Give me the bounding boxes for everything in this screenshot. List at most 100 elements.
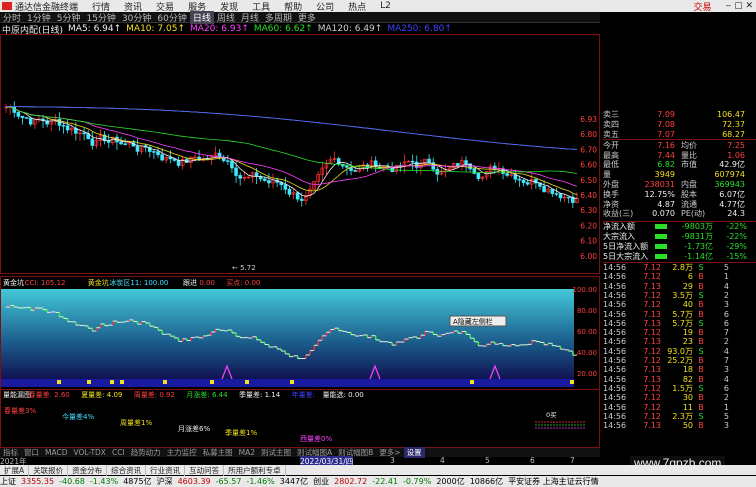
period-toolbar: 分时 1分钟 5分钟 15分钟 30分钟 60分钟 日线 周线 月线 多周期 更多 (0, 10, 600, 24)
tick-count: 5 (723, 411, 729, 421)
price-axis-label: 6.30 (580, 206, 597, 215)
tick-row: 14:56 7.12 1.5万 S 6 (603, 384, 756, 393)
vol-legend-item: 量能选: 0.00 (323, 390, 364, 399)
function-tab[interactable]: 关联报价 (29, 464, 69, 476)
function-tabs: 扩展A 关联报价 资金分布 综合资讯 行业资讯 互动问答 所用户额利专卓 (0, 464, 756, 476)
osc-legend-item: 跟进 (183, 279, 197, 287)
vol-legend-item: 量能漏图 (3, 390, 31, 399)
tick-time: 14:56 (603, 365, 627, 375)
osc-buy-marker (110, 380, 114, 384)
flow-pct: -22% (726, 231, 747, 241)
price-axis-label: 6.20 (580, 221, 597, 230)
function-tab[interactable]: 扩展A (0, 464, 30, 476)
flow-pct: -22% (726, 222, 747, 232)
oscillator-chart[interactable]: 黄金坑 CCI: 105.12 黄金坑 冰炭区11: 100.00 跟进 0.00 买点: … (0, 276, 600, 390)
status-item: -1.46% (246, 477, 275, 486)
ma-legend-item: MA10: 7.05↑ (126, 24, 186, 34)
tick-count: 7 (723, 356, 729, 366)
menu-item-l2[interactable]: L2 (380, 1, 391, 11)
status-item: 4603.39 (177, 477, 211, 486)
tick-price: 7.12 (643, 346, 661, 356)
tick-count: 2 (723, 290, 729, 300)
low-marker: ← 5.72 (232, 264, 256, 272)
candle-body (558, 193, 563, 199)
osc-buy-marker (87, 380, 91, 384)
candle-body (156, 151, 160, 156)
candle-body (16, 112, 21, 117)
tick-price: 7.12 (643, 272, 661, 282)
quote-label-2: 市值 (681, 160, 697, 170)
date-label: 3 (390, 456, 395, 465)
period-tab[interactable]: 日线 (189, 10, 214, 24)
candle-body (550, 188, 555, 194)
candle-body (566, 196, 571, 199)
trade-button[interactable]: 交易 (693, 0, 711, 13)
flow-bar (655, 233, 667, 239)
flow-row: 5日大宗流入 -1.14亿 -15% (603, 251, 756, 261)
osc-buy-marker (290, 380, 294, 384)
tick-time: 14:56 (603, 356, 627, 366)
candle-body (427, 158, 431, 163)
candle-body (24, 117, 29, 119)
tick-row: 14:56 7.12 25.2万 B 7 (603, 356, 756, 365)
status-item: -22.41 (372, 477, 399, 486)
period-tab[interactable]: 周线 (214, 11, 238, 24)
ma-legend-item: MA250: 6.80↑ (387, 24, 452, 34)
quote-value: 6.82 (657, 160, 675, 170)
menu-item-hot[interactable]: 热点 (348, 0, 366, 13)
quote-panel: 卖三 7.09 106.47 卖四 7.08 72.37 卖五 7.07 68.27 今开 7.1… (603, 110, 756, 487)
tick-price: 7.13 (643, 281, 661, 291)
vol-legend-item: 周量差: 0.92 (134, 390, 175, 399)
osc-axis-label: 60.00 (577, 328, 597, 336)
volume-label-pane[interactable]: 量能漏图春量差: 2.60 夏量差: 4.09 周量差: 0.92 月涨差: 6.44… (0, 389, 600, 448)
price-axis-label: 6.00 (580, 252, 597, 261)
function-tab[interactable]: 互动问答 (185, 464, 225, 476)
ma-legend-item: MA20: 6.93↑ (190, 24, 249, 34)
vol-legend-item: 春量差: 2.60 (29, 390, 70, 399)
ask-row: 卖五 7.07 68.27 (603, 130, 756, 140)
function-tab[interactable]: 综合资讯 (107, 464, 147, 476)
flow-pct: -15% (726, 251, 747, 261)
function-tab[interactable]: 行业资讯 (146, 464, 186, 476)
window-controls-icon[interactable]: ‒ ▢ ✕ (726, 1, 754, 11)
period-tab[interactable]: 60分钟 (154, 11, 189, 24)
price-axis-label: 6.80 (580, 130, 597, 139)
tick-row: 14:56 7.13 5.7万 S 6 (603, 319, 756, 328)
flow-label: 5日大宗流入 (603, 251, 649, 261)
price-axis-label: 6.60 (580, 161, 597, 170)
tick-count: 1 (723, 272, 729, 282)
osc-band (1, 379, 574, 387)
status-item: 沪深 (156, 477, 173, 486)
period-tab[interactable]: 多周期 (262, 11, 295, 24)
ask-volume: 68.27 (722, 129, 745, 139)
candle-body (283, 184, 288, 190)
candle-body (230, 160, 234, 169)
vol-label: 今量差4% (62, 412, 94, 421)
tick-count: 3 (723, 421, 729, 431)
tick-price: 7.12 (643, 383, 661, 393)
tick-price: 7.13 (643, 337, 661, 347)
tick-side: B (698, 281, 704, 291)
candle-body (238, 175, 242, 179)
function-tab[interactable]: 所用户额利专卓 (224, 464, 286, 476)
tick-list[interactable]: 14:56 7.12 2.8万 S 5 14:56 7.12 6 B 1 14:56 7.13 29 B 4… (603, 261, 756, 431)
tick-side: S (698, 290, 704, 300)
date-label: 4 (440, 456, 445, 465)
price-axis-label: 6.50 (580, 176, 597, 185)
tick-row: 14:56 7.12 2.8万 S 5 (603, 263, 756, 272)
period-tab[interactable]: 15分钟 (83, 11, 118, 24)
period-tab[interactable]: 月线 (238, 11, 262, 24)
period-tab[interactable]: 更多 (295, 11, 319, 24)
osc-buy-marker (57, 380, 61, 384)
tick-side: B (698, 365, 704, 375)
candlestick-chart[interactable]: 6.93 6.80 6.70 6.60 6.50 6.40 6.30 6.20 6.10 6.00… (0, 34, 600, 274)
candle-body (554, 193, 559, 195)
tick-time: 14:56 (603, 281, 627, 291)
function-tab[interactable]: 资金分布 (68, 464, 108, 476)
candle-body (542, 186, 546, 193)
candle-body (176, 160, 181, 166)
candle-body (226, 160, 230, 162)
tick-price: 7.12 (643, 300, 661, 310)
tick-time: 14:56 (603, 421, 627, 431)
period-tab[interactable]: 30分钟 (119, 11, 154, 24)
